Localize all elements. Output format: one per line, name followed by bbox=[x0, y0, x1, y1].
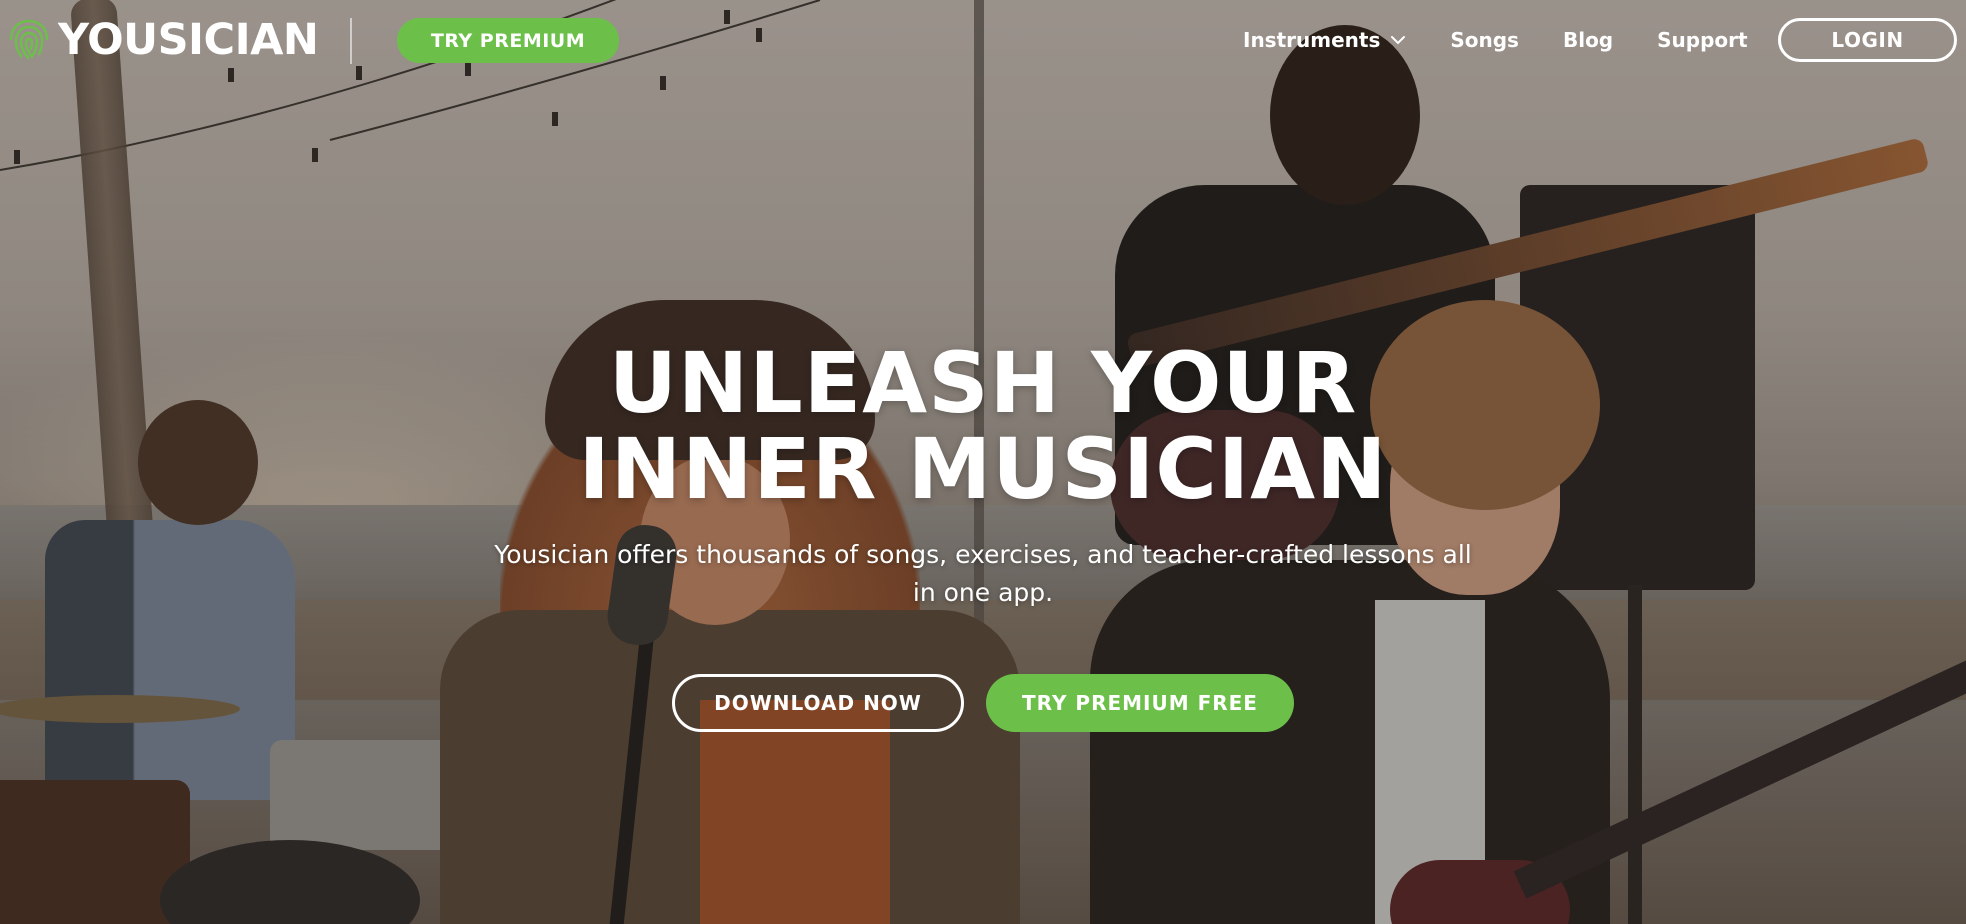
hero-content: UNLEASH YOUR INNER MUSICIAN Yousician of… bbox=[0, 340, 1966, 612]
page: YOUSICIAN TRY PREMIUM Instruments Songs … bbox=[0, 0, 1966, 924]
nav-item-instruments[interactable]: Instruments bbox=[1243, 28, 1406, 52]
try-premium-button[interactable]: TRY PREMIUM bbox=[397, 18, 619, 63]
hero-subline: Yousician offers thousands of songs, exe… bbox=[494, 540, 1472, 607]
nav-item-label: Songs bbox=[1450, 28, 1519, 52]
main-nav: Instruments Songs Blog Support bbox=[1243, 22, 1748, 58]
headline-line-1: UNLEASH YOUR bbox=[608, 334, 1358, 432]
nav-item-blog[interactable]: Blog bbox=[1563, 28, 1613, 52]
download-now-button[interactable]: DOWNLOAD NOW bbox=[672, 674, 964, 732]
login-button[interactable]: LOGIN bbox=[1778, 18, 1957, 62]
logo[interactable]: YOUSICIAN bbox=[4, 12, 319, 68]
cta-row: DOWNLOAD NOW TRY PREMIUM FREE bbox=[0, 674, 1966, 732]
headline-line-2: INNER MUSICIAN bbox=[578, 420, 1388, 518]
hero-headline: UNLEASH YOUR INNER MUSICIAN bbox=[0, 340, 1966, 512]
nav-item-label: Blog bbox=[1562, 28, 1614, 52]
site-header: YOUSICIAN TRY PREMIUM Instruments Songs … bbox=[0, 0, 1966, 80]
fingerprint-logo-icon bbox=[9, 19, 49, 60]
try-premium-free-button[interactable]: TRY PREMIUM FREE bbox=[986, 674, 1294, 732]
nav-item-label: Support bbox=[1657, 28, 1748, 52]
nav-item-support[interactable]: Support bbox=[1657, 28, 1747, 52]
header-divider bbox=[350, 18, 352, 64]
chevron-down-icon bbox=[1391, 36, 1406, 45]
logo-text: YOUSICIAN bbox=[58, 15, 319, 65]
nav-item-songs[interactable]: Songs bbox=[1450, 28, 1519, 52]
nav-item-label: Instruments bbox=[1243, 28, 1381, 52]
